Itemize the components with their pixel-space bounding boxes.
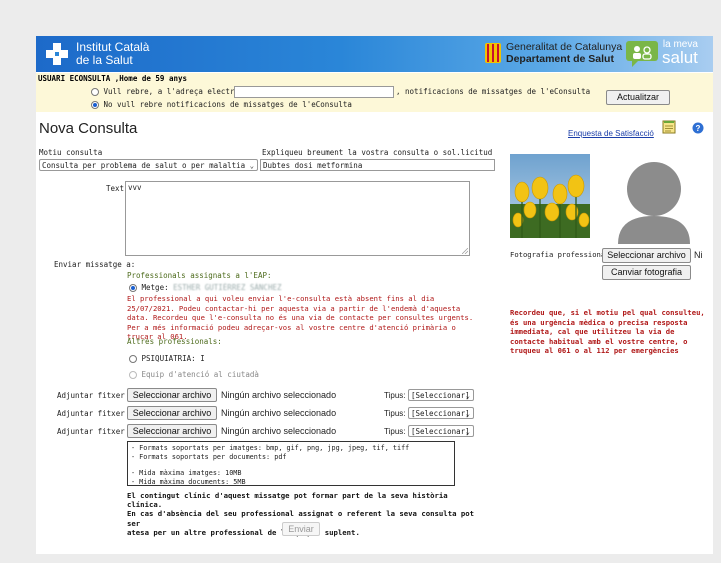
absence-notice: El professional a qui voleu enviar l'e-c… — [127, 294, 474, 341]
type-label: Tipus: — [384, 409, 406, 418]
user-notification-bar: USUARI ECONSULTA ,Home de 59 anys Vull r… — [36, 73, 713, 112]
chevron-down-icon: ⌄ — [465, 392, 470, 400]
tulips-photo — [510, 154, 590, 238]
notepad-icon[interactable] — [662, 120, 676, 134]
survey-link[interactable]: Enquesta de Satisfacció — [568, 129, 654, 138]
doctor-name: ESTHER GUTIÉRREZ SÁNCHEZ — [173, 283, 282, 292]
motive-select[interactable]: Consulta per problema de salut o per mal… — [39, 159, 258, 171]
select-file-button[interactable]: Seleccionar archivo — [127, 388, 217, 402]
type-label: Tipus: — [384, 427, 406, 436]
gov-line-2: Departament de Salut — [506, 53, 614, 65]
type-value: [Seleccionar] — [411, 391, 470, 400]
generalitat-logo-icon — [485, 43, 501, 63]
no-notify-radio[interactable] — [91, 101, 99, 109]
max-images: - Mida màxima imatges: 10MB — [131, 469, 242, 478]
svg-text:?: ? — [696, 124, 701, 133]
econsulta-page: Institut Català de la Salut Generalitat … — [36, 36, 713, 554]
type-select[interactable]: [Seleccionar] ⌄ — [408, 389, 474, 401]
formats-info-box: - Formats soportats per imatges: bmp, gi… — [127, 441, 455, 486]
citizen-team-radio[interactable] — [129, 371, 137, 379]
gov-line-1: Generalitat de Catalunya — [506, 41, 623, 53]
psychiatry-label: PSIQUIATRIA: I — [141, 354, 205, 363]
update-button[interactable]: Actualitzar — [606, 90, 670, 105]
type-select[interactable]: [Seleccionar] ⌄ — [408, 407, 474, 419]
email-notify-radio[interactable] — [91, 88, 99, 96]
doctor-option: Metge: ESTHER GUTIÉRREZ SÁNCHEZ — [129, 283, 282, 292]
institution-name: Institut Català de la Salut — [76, 41, 149, 67]
select-file-button[interactable]: Seleccionar archivo — [127, 424, 217, 438]
no-notify-label: No vull rebre notificacions de missatges… — [103, 100, 352, 109]
type-select[interactable]: [Seleccionar] ⌄ — [408, 425, 474, 437]
avatar-placeholder — [616, 154, 692, 244]
chevron-down-icon: ⌄ — [465, 428, 470, 436]
explain-input[interactable]: Dubtes dosi metformina — [260, 159, 495, 171]
max-docs: - Mida màxima documents: 5MB — [131, 477, 246, 486]
motive-value: Consulta per problema de salut o per mal… — [42, 161, 246, 170]
urgent-notice: Recordeu que, si el motiu pel qual consu… — [510, 308, 705, 355]
help-icon[interactable]: ? — [692, 122, 704, 134]
generalitat-name: Generalitat de Catalunya Departament de … — [506, 41, 622, 65]
explain-label: Expliqueu breument la vostra consulta o … — [262, 148, 493, 157]
la-meva-salut-wordmark: la meva salut — [662, 38, 698, 67]
user-title: USUARI ECONSULTA ,Home de 59 anys — [38, 74, 188, 83]
doctor-radio[interactable] — [129, 284, 137, 292]
send-button[interactable]: Enviar — [282, 522, 320, 536]
send-to-label: Enviar missatge a: — [54, 260, 136, 269]
no-notify-option-row: No vull rebre notificacions de missatges… — [91, 100, 352, 109]
formats-images: - Formats soportats per imatges: bmp, gi… — [131, 444, 410, 452]
photo-file-status: Ni — [694, 250, 703, 260]
email-option-suffix: , notificacions de missatges de l'eConsu… — [396, 87, 591, 96]
change-photo-button[interactable]: Canviar fotografia — [602, 265, 691, 280]
formats-docs: - Formats soportats per documents: pdf — [131, 452, 287, 461]
type-value: [Seleccionar] — [411, 427, 470, 436]
ics-logo-icon — [46, 43, 68, 65]
clinical-note-1: El contingut clínic d'aquest missatge po… — [127, 491, 448, 510]
chevron-down-icon: ⌄ — [465, 410, 470, 418]
type-label: Tipus: — [384, 391, 406, 400]
institution-line-2: de la Salut — [76, 53, 133, 67]
citizen-team-option: Equip d'atenció al ciutadà — [129, 370, 259, 379]
email-option-row: Vull rebre, a l'adreça electrònica — [91, 87, 257, 96]
file-status: Ningún archivo seleccionado — [221, 408, 337, 418]
meva-line-2: salut — [662, 48, 698, 67]
psychiatry-radio[interactable] — [129, 355, 137, 363]
file-status: Ningún archivo seleccionado — [221, 390, 337, 400]
email-input[interactable] — [234, 86, 394, 98]
message-text: vvv — [128, 183, 142, 192]
citizen-team-label: Equip d'atenció al ciutadà — [141, 370, 259, 379]
resize-handle-icon[interactable] — [462, 248, 468, 254]
la-meva-salut-logo-icon[interactable] — [626, 41, 658, 67]
motive-label: Motiu consulta — [39, 148, 103, 157]
page-title: Nova Consulta — [39, 120, 138, 137]
message-textarea[interactable]: vvv — [125, 181, 470, 256]
header-banner: Institut Català de la Salut Generalitat … — [36, 36, 713, 72]
doctor-prefix: Metge: — [141, 283, 169, 292]
photo-label: Fotografia professional — [510, 250, 610, 259]
assigned-heading: Professionals assignats a l'EAP: — [127, 271, 272, 280]
photo-select-file-button[interactable]: Seleccionar archivo — [602, 248, 691, 263]
chevron-down-icon: ⌄ — [249, 162, 254, 170]
type-value: [Seleccionar] — [411, 409, 470, 418]
other-professionals-heading: Altres professionals: — [127, 337, 222, 346]
psychiatry-option: PSIQUIATRIA: I — [129, 354, 205, 363]
file-status: Ningún archivo seleccionado — [221, 426, 337, 436]
select-file-button[interactable]: Seleccionar archivo — [127, 406, 217, 420]
